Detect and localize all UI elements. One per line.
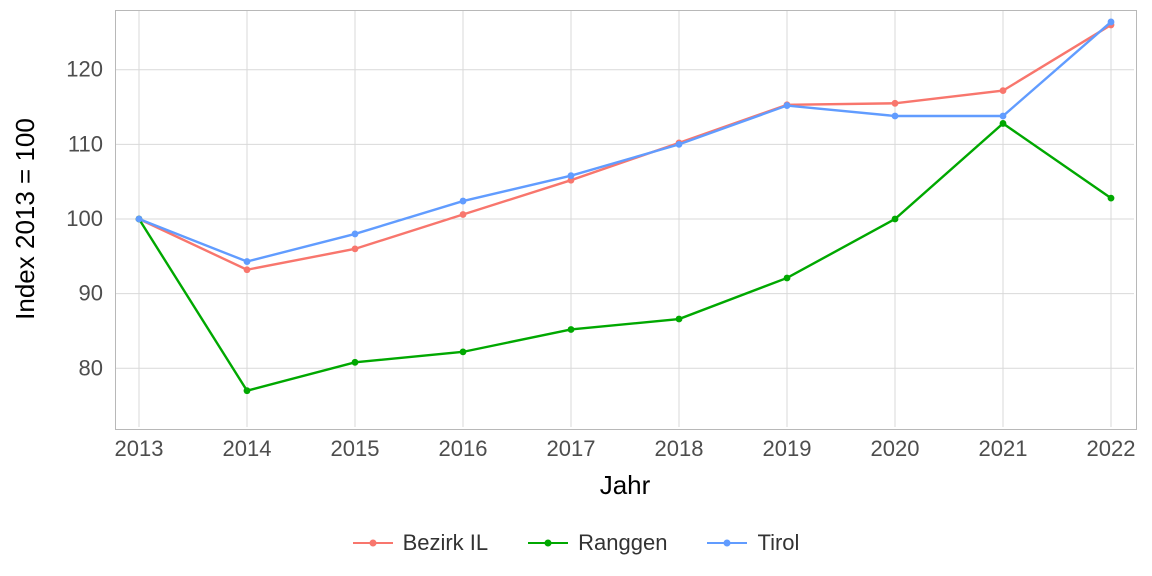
data-point xyxy=(892,100,899,107)
data-point xyxy=(1108,19,1115,26)
chart-svg: 2013 2014 2015 2016 2017 2018 2019 2020 2021 2022… xyxy=(0,0,1152,576)
y-axis-title: Index 2013 = 100 xyxy=(10,118,40,320)
x-tick-label: 2018 xyxy=(655,436,704,461)
x-tick-label: 2021 xyxy=(979,436,1028,461)
legend-item: Ranggen xyxy=(528,530,667,556)
data-point xyxy=(784,275,791,282)
data-point xyxy=(1000,87,1007,94)
x-tick-label: 2013 xyxy=(115,436,164,461)
series-line xyxy=(139,123,1111,390)
x-tick-label: 2016 xyxy=(439,436,488,461)
legend-swatch xyxy=(353,542,393,544)
data-point xyxy=(244,258,251,265)
x-axis-title: Jahr xyxy=(600,470,651,500)
data-point xyxy=(892,216,899,223)
x-tick-label: 2019 xyxy=(763,436,812,461)
x-tick-label: 2014 xyxy=(223,436,272,461)
data-point xyxy=(460,211,467,218)
legend-swatch xyxy=(707,542,747,544)
legend-label: Ranggen xyxy=(578,530,667,556)
series-line xyxy=(139,22,1111,262)
x-tick-label: 2015 xyxy=(331,436,380,461)
data-point xyxy=(1108,195,1115,202)
data-point xyxy=(460,348,467,355)
data-point xyxy=(460,198,467,205)
y-tick-label: 80 xyxy=(79,355,103,380)
legend-label: Tirol xyxy=(757,530,799,556)
y-tick-label: 110 xyxy=(68,131,103,156)
data-point xyxy=(676,316,683,323)
data-point xyxy=(352,245,359,252)
data-lines xyxy=(136,19,1115,395)
x-tick-label: 2020 xyxy=(871,436,920,461)
data-point xyxy=(244,266,251,273)
legend-item: Tirol xyxy=(707,530,799,556)
x-tick-labels: 2013 2014 2015 2016 2017 2018 2019 2020 2021 2022 xyxy=(115,436,1136,461)
y-tick-label: 90 xyxy=(79,281,103,306)
x-tick-label: 2022 xyxy=(1087,436,1136,461)
data-point xyxy=(1000,120,1007,127)
y-tick-labels: 80 90 100 110 120 xyxy=(66,57,103,381)
legend-label: Bezirk IL xyxy=(403,530,489,556)
data-point xyxy=(568,326,575,333)
data-point xyxy=(1000,113,1007,120)
data-point xyxy=(352,231,359,238)
data-point xyxy=(892,113,899,120)
data-point xyxy=(352,359,359,366)
y-tick-label: 120 xyxy=(66,57,103,82)
data-point xyxy=(136,216,143,223)
legend: Bezirk IL Ranggen Tirol xyxy=(0,530,1152,556)
series-line xyxy=(139,25,1111,270)
data-point xyxy=(568,172,575,179)
legend-swatch xyxy=(528,542,568,544)
chart-viewport: 2013 2014 2015 2016 2017 2018 2019 2020 2021 2022… xyxy=(0,0,1152,576)
y-tick-label: 100 xyxy=(66,206,103,231)
data-point xyxy=(676,141,683,148)
grid-lines xyxy=(116,11,1134,427)
data-point xyxy=(784,102,791,109)
x-tick-label: 2017 xyxy=(547,436,596,461)
data-point xyxy=(244,387,251,394)
legend-item: Bezirk IL xyxy=(353,530,489,556)
